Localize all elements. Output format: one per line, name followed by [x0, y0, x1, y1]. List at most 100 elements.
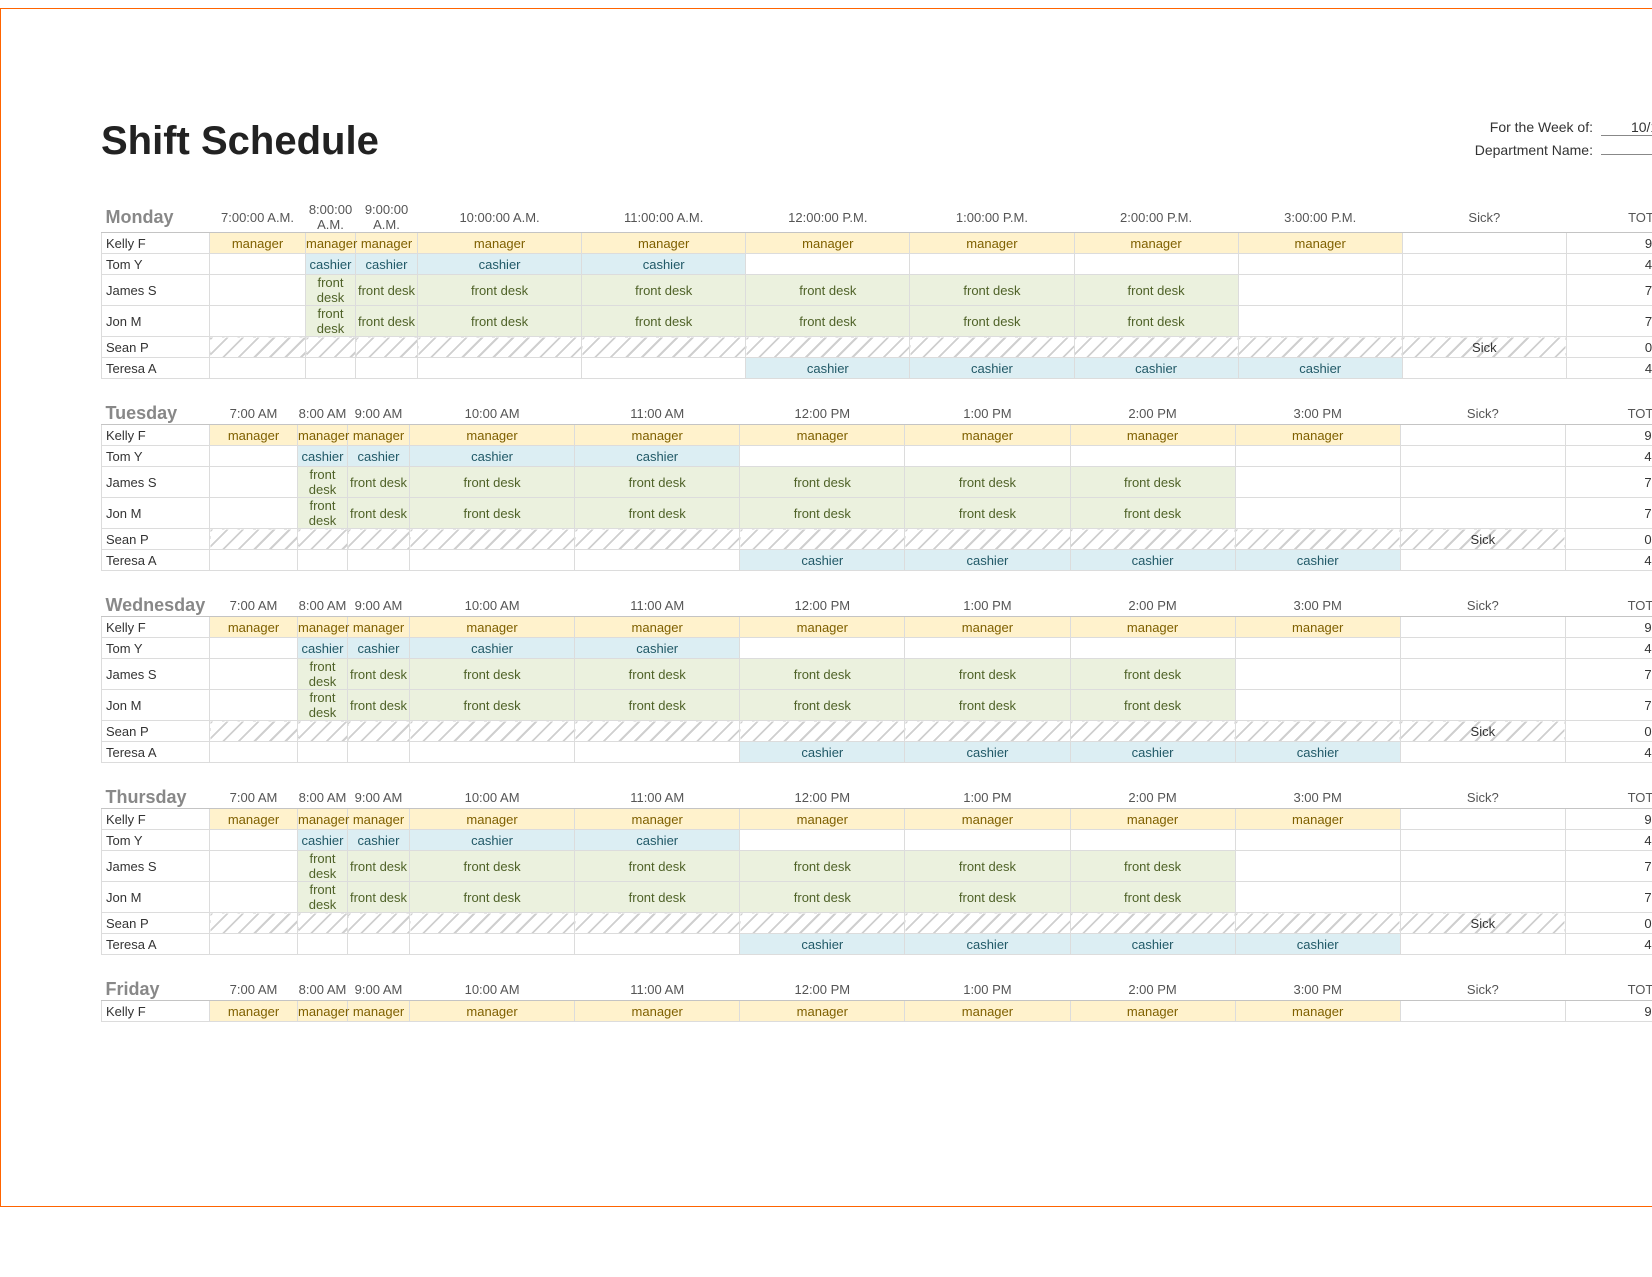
- shift-cell[interactable]: manager: [410, 1001, 575, 1022]
- shift-cell[interactable]: manager: [410, 809, 575, 830]
- shift-cell[interactable]: cashier: [306, 254, 356, 275]
- shift-cell[interactable]: cashier: [910, 358, 1074, 379]
- shift-cell[interactable]: [1235, 638, 1400, 659]
- shift-cell[interactable]: cashier: [298, 446, 348, 467]
- shift-cell[interactable]: [210, 882, 298, 913]
- shift-cell[interactable]: manager: [348, 1001, 410, 1022]
- sick-cell[interactable]: [1402, 358, 1566, 379]
- shift-cell[interactable]: [1238, 306, 1402, 337]
- shift-cell[interactable]: [306, 358, 356, 379]
- shift-cell[interactable]: cashier: [1074, 358, 1238, 379]
- sick-cell[interactable]: [1402, 254, 1566, 275]
- shift-cell[interactable]: [1070, 638, 1235, 659]
- shift-cell[interactable]: front desk: [298, 851, 348, 882]
- shift-cell[interactable]: manager: [746, 233, 910, 254]
- shift-cell[interactable]: [348, 934, 410, 955]
- sick-cell[interactable]: [1400, 425, 1565, 446]
- shift-cell[interactable]: manager: [575, 809, 740, 830]
- week-of-value[interactable]: 10/18/2004: [1601, 119, 1652, 136]
- sick-cell[interactable]: [1402, 233, 1566, 254]
- shift-cell[interactable]: cashier: [1235, 550, 1400, 571]
- shift-cell[interactable]: front desk: [575, 882, 740, 913]
- shift-cell[interactable]: cashier: [1070, 550, 1235, 571]
- shift-cell[interactable]: manager: [306, 233, 356, 254]
- shift-cell[interactable]: [356, 337, 418, 358]
- shift-cell[interactable]: [210, 721, 298, 742]
- shift-cell[interactable]: manager: [740, 425, 905, 446]
- shift-cell[interactable]: [356, 358, 418, 379]
- shift-cell[interactable]: cashier: [410, 830, 575, 851]
- shift-cell[interactable]: front desk: [410, 690, 575, 721]
- shift-cell[interactable]: cashier: [740, 742, 905, 763]
- shift-cell[interactable]: manager: [905, 425, 1070, 446]
- shift-cell[interactable]: front desk: [905, 659, 1070, 690]
- shift-cell[interactable]: [1238, 254, 1402, 275]
- shift-cell[interactable]: [740, 638, 905, 659]
- shift-cell[interactable]: [210, 529, 298, 550]
- shift-cell[interactable]: [348, 721, 410, 742]
- shift-cell[interactable]: [1070, 446, 1235, 467]
- shift-cell[interactable]: front desk: [298, 467, 348, 498]
- shift-cell[interactable]: cashier: [575, 638, 740, 659]
- shift-cell[interactable]: [210, 934, 298, 955]
- shift-cell[interactable]: manager: [298, 617, 348, 638]
- sick-cell[interactable]: [1400, 830, 1565, 851]
- shift-cell[interactable]: front desk: [410, 467, 575, 498]
- shift-cell[interactable]: [1235, 446, 1400, 467]
- shift-cell[interactable]: [410, 721, 575, 742]
- shift-cell[interactable]: [575, 721, 740, 742]
- shift-cell[interactable]: manager: [575, 1001, 740, 1022]
- shift-cell[interactable]: front desk: [910, 306, 1074, 337]
- shift-cell[interactable]: cashier: [348, 446, 410, 467]
- shift-cell[interactable]: [210, 275, 306, 306]
- shift-cell[interactable]: front desk: [1074, 306, 1238, 337]
- shift-cell[interactable]: manager: [210, 1001, 298, 1022]
- sick-cell[interactable]: [1400, 690, 1565, 721]
- shift-cell[interactable]: manager: [740, 1001, 905, 1022]
- shift-cell[interactable]: manager: [348, 617, 410, 638]
- shift-cell[interactable]: [746, 337, 910, 358]
- shift-cell[interactable]: [905, 913, 1070, 934]
- sick-cell[interactable]: [1400, 659, 1565, 690]
- shift-cell[interactable]: front desk: [740, 659, 905, 690]
- shift-cell[interactable]: [740, 529, 905, 550]
- shift-cell[interactable]: [210, 446, 298, 467]
- shift-cell[interactable]: manager: [348, 809, 410, 830]
- shift-cell[interactable]: manager: [210, 617, 298, 638]
- shift-cell[interactable]: [905, 721, 1070, 742]
- shift-cell[interactable]: manager: [1074, 233, 1238, 254]
- shift-cell[interactable]: manager: [418, 233, 582, 254]
- shift-cell[interactable]: front desk: [348, 659, 410, 690]
- shift-cell[interactable]: front desk: [582, 306, 746, 337]
- shift-cell[interactable]: [348, 529, 410, 550]
- shift-cell[interactable]: [575, 742, 740, 763]
- shift-cell[interactable]: manager: [210, 809, 298, 830]
- shift-cell[interactable]: front desk: [356, 306, 418, 337]
- shift-cell[interactable]: [575, 913, 740, 934]
- shift-cell[interactable]: front desk: [740, 498, 905, 529]
- shift-cell[interactable]: cashier: [905, 934, 1070, 955]
- shift-cell[interactable]: manager: [298, 425, 348, 446]
- shift-cell[interactable]: front desk: [740, 882, 905, 913]
- shift-cell[interactable]: [1074, 337, 1238, 358]
- shift-cell[interactable]: front desk: [410, 659, 575, 690]
- shift-cell[interactable]: front desk: [306, 306, 356, 337]
- sick-cell[interactable]: [1400, 809, 1565, 830]
- shift-cell[interactable]: front desk: [298, 882, 348, 913]
- shift-cell[interactable]: cashier: [418, 254, 582, 275]
- shift-cell[interactable]: cashier: [1235, 934, 1400, 955]
- shift-cell[interactable]: [210, 851, 298, 882]
- shift-cell[interactable]: [210, 830, 298, 851]
- shift-cell[interactable]: front desk: [910, 275, 1074, 306]
- shift-cell[interactable]: front desk: [575, 690, 740, 721]
- sick-cell[interactable]: [1400, 467, 1565, 498]
- shift-cell[interactable]: [1070, 913, 1235, 934]
- shift-cell[interactable]: [1070, 721, 1235, 742]
- shift-cell[interactable]: manager: [356, 233, 418, 254]
- shift-cell[interactable]: front desk: [1074, 275, 1238, 306]
- shift-cell[interactable]: front desk: [740, 851, 905, 882]
- shift-cell[interactable]: [410, 550, 575, 571]
- shift-cell[interactable]: front desk: [410, 882, 575, 913]
- shift-cell[interactable]: [210, 550, 298, 571]
- shift-cell[interactable]: [582, 337, 746, 358]
